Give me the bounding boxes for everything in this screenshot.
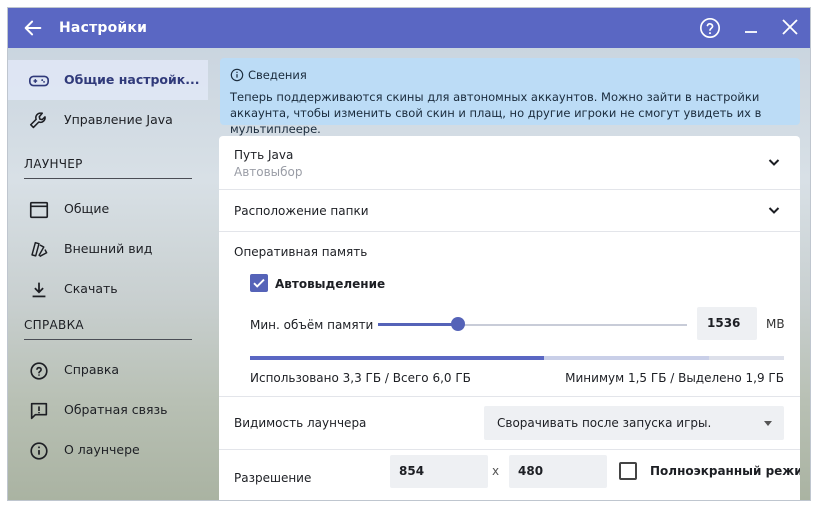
launcher-visibility-label: Видимость лаунчера <box>234 416 367 430</box>
section-launcher: ЛАУНЧЕР <box>24 157 83 171</box>
divider <box>24 339 192 340</box>
chevron-down-icon[interactable] <box>767 203 781 217</box>
auto-allocation-checkbox[interactable] <box>250 274 268 292</box>
memory-usage-right: Минимум 1,5 ГБ / Выделено 1,9 ГБ <box>565 371 784 385</box>
sidebar-item-label: Общие <box>64 201 110 216</box>
section-help: СПРАВКА <box>24 318 84 332</box>
divider <box>24 178 192 179</box>
close-icon[interactable] <box>781 18 799 36</box>
wrench-icon <box>29 112 46 129</box>
sidebar-item-feedback[interactable]: Обратная связь <box>8 390 208 430</box>
download-icon <box>32 282 46 298</box>
window-title: Настройки <box>59 20 148 36</box>
question-icon <box>30 362 48 380</box>
fullscreen-label: Полноэкранный режим <box>650 464 800 478</box>
arrow-left-icon[interactable] <box>22 17 44 39</box>
resolution-row: Разрешение 854 x 480 Полноэкранный режим <box>219 450 800 500</box>
help-circle-icon[interactable] <box>699 17 721 39</box>
sidebar-item-label: Обратная связь <box>64 402 168 417</box>
sidebar-item-general-settings[interactable]: Общие настройк... <box>8 60 208 100</box>
java-path-row[interactable]: Путь Java Автовыбор <box>219 136 800 190</box>
resolution-width-input[interactable]: 854 <box>390 455 488 488</box>
memory-slider-thumb[interactable] <box>451 317 466 331</box>
info-title: Сведения <box>248 68 307 82</box>
min-memory-value: 1536 <box>707 316 741 330</box>
settings-panel: Путь Java Автовыбор Расположение папки О… <box>219 136 800 500</box>
resolution-height-input[interactable]: 480 <box>509 455 607 488</box>
minimize-icon[interactable] <box>741 18 761 38</box>
folder-location-label: Расположение папки <box>234 204 369 218</box>
sidebar-item-label: Скачать <box>64 281 118 296</box>
sidebar-item-download[interactable]: Скачать <box>8 269 208 309</box>
window-icon <box>29 201 49 219</box>
chevron-down-icon[interactable] <box>767 155 781 169</box>
info-icon <box>230 68 244 82</box>
auto-allocation-label: Автовыделение <box>275 277 386 291</box>
sidebar-item-label: О лаунчере <box>64 442 140 457</box>
sidebar-item-label: Справка <box>64 362 120 377</box>
java-path-label: Путь Java <box>234 148 294 162</box>
memory-unit: MB <box>766 317 785 331</box>
min-memory-input[interactable]: 1536 <box>697 307 757 340</box>
java-path-value: Автовыбор <box>234 165 303 179</box>
info-icon <box>30 442 48 460</box>
sidebar-item-help[interactable]: Справка <box>8 350 208 390</box>
sidebar-item-label: Внешний вид <box>64 241 153 256</box>
launcher-visibility-row: Видимость лаунчера Сворачивать после зап… <box>219 397 800 450</box>
min-memory-label: Мин. объём памяти <box>250 318 374 332</box>
gamepad-icon <box>29 75 49 87</box>
memory-label: Оперативная память <box>234 245 368 259</box>
resolution-separator: x <box>492 464 500 478</box>
sidebar-item-appearance[interactable]: Внешний вид <box>8 229 208 269</box>
resolution-width-value: 854 <box>399 464 425 478</box>
feedback-icon <box>30 402 48 420</box>
sidebar: Общие настройк... Управление Java ЛАУНЧЕ… <box>8 48 208 500</box>
dropdown-arrow-icon <box>764 421 772 426</box>
info-text: Теперь поддерживаются скины для автономн… <box>230 90 762 136</box>
sidebar-item-label: Общие настройк... <box>64 72 200 87</box>
memory-slider-fill <box>378 323 459 326</box>
palette-icon <box>31 241 48 258</box>
title-bar: Настройки <box>8 8 810 48</box>
memory-section: Оперативная память Автовыделение Мин. об… <box>219 232 800 397</box>
sidebar-item-general[interactable]: Общие <box>8 189 208 229</box>
memory-usage-left: Использовано 3,3 ГБ / Всего 6,0 ГБ <box>250 371 471 385</box>
sidebar-item-label: Управление Java <box>64 112 173 127</box>
launcher-visibility-select[interactable]: Сворачивать после запуска игры. <box>484 406 784 440</box>
launcher-visibility-value: Сворачивать после запуска игры. <box>497 416 712 430</box>
resolution-label: Разрешение <box>234 471 312 485</box>
memory-used-bar <box>250 356 544 360</box>
fullscreen-checkbox[interactable] <box>619 462 637 480</box>
info-banner: Сведения Теперь поддерживаются скины для… <box>220 58 800 136</box>
checkmark-icon <box>253 278 265 288</box>
folder-location-row[interactable]: Расположение папки <box>219 190 800 232</box>
sidebar-item-java[interactable]: Управление Java <box>8 100 208 140</box>
sidebar-item-about[interactable]: О лаунчере <box>8 430 208 470</box>
settings-window: Настройки Общие настройк... Управление J… <box>8 8 810 500</box>
resolution-height-value: 480 <box>518 464 544 478</box>
